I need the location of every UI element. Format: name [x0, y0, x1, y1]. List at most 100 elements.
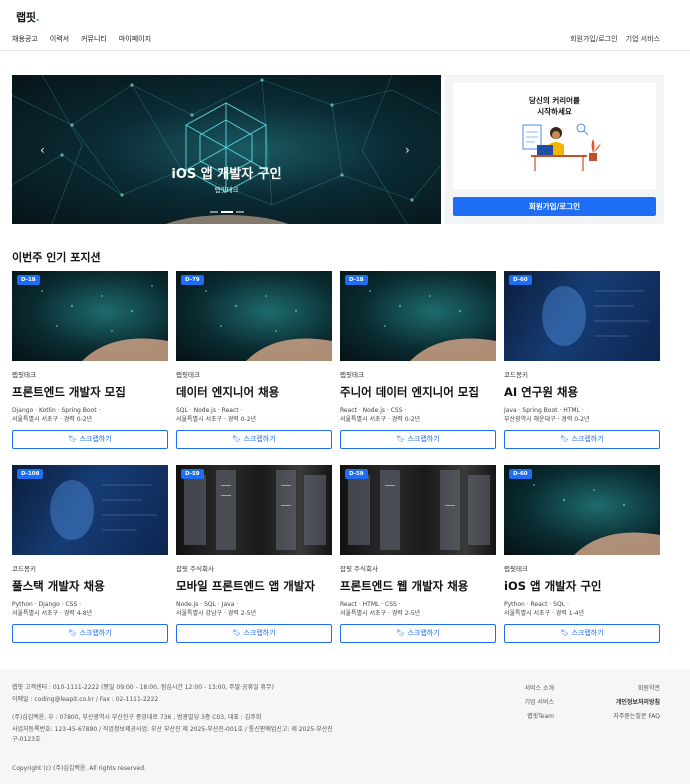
job-card[interactable]: D-18 랩핏테크 프론트엔드 개발자 모집 Django · Kotlin ·…	[12, 271, 168, 449]
career-illustration	[522, 123, 601, 171]
company-name: 랩핏테크	[504, 565, 528, 573]
company-name: 코드몽키	[504, 371, 528, 379]
career-card: 당신의 커리어를 시작하세요	[453, 83, 656, 189]
job-meta: Node.js · SQL · Java · 서울특별시 강남구 · 경력 2-5…	[176, 601, 257, 617]
footer-link[interactable]: 랩핏Team	[524, 710, 554, 724]
company-name: 랩핏테크	[176, 371, 200, 379]
job-thumbnail[interactable]: D-18	[340, 271, 496, 361]
footer-info: 랩핏 고객센터 : 010-1111-2222 (평일 09:00 - 18:0…	[12, 684, 333, 743]
job-thumbnail[interactable]: D-18	[12, 271, 168, 361]
job-meta: Django · Kotlin · Spring Boot · 서울특별시 서초구…	[12, 407, 101, 423]
footer-links-policy: 회원약관 개인정보처리방침 자주묻는질문 FAQ	[613, 682, 660, 724]
hero-banner[interactable]: iOS 앱 개발자 구인 랩핏테크 ‹ ›	[12, 75, 441, 224]
dday-badge: D-60	[509, 275, 532, 285]
signup-login-link[interactable]: 회원가입/로그인	[570, 34, 617, 44]
job-card[interactable]: D-79 랩핏테크 데이터 엔지니어 채용 SQL · Node.js · Re…	[176, 271, 332, 449]
job-title[interactable]: iOS 앱 개발자 구인	[504, 578, 660, 594]
nav-resume[interactable]: 이력서	[50, 34, 69, 44]
footer-link[interactable]: 회원약관	[613, 682, 660, 696]
nav-jobs[interactable]: 채용공고	[12, 34, 38, 44]
header-right: 회원가입/로그인 기업 서비스	[570, 34, 660, 44]
hero-pagination	[210, 211, 244, 213]
hero-title: iOS 앱 개발자 구인	[171, 167, 282, 182]
job-card[interactable]: D-59 잡핏 주식회사 모바일 프론트엔드 앱 개발자 Node.js · S…	[176, 465, 332, 643]
scrap-button[interactable]: 🔖︎ 스크랩하기	[340, 430, 496, 449]
job-thumbnail[interactable]: D-108	[12, 465, 168, 555]
scrap-button[interactable]: 🔖︎ 스크랩하기	[12, 430, 168, 449]
bookmark-icon: 🔖︎	[232, 435, 244, 443]
site-footer: 랩핏 고객센터 : 010-1111-2222 (평일 09:00 - 18:0…	[0, 669, 690, 784]
dday-badge: D-108	[17, 469, 44, 479]
dday-badge: D-18	[345, 275, 368, 285]
job-meta: Python · React · SQL · 서울특별시 서초구 · 경력 1-4…	[504, 601, 585, 617]
bookmark-icon: 🔖︎	[396, 629, 408, 637]
scrap-button[interactable]: 🔖︎ 스크랩하기	[504, 430, 660, 449]
site-header: 랩핏. 채용공고 이력서 커뮤니티 마이페이지 회원가입/로그인 기업 서비스	[0, 0, 690, 51]
footer-links-service: 서비스 소개 기업 서비스 랩핏Team	[524, 682, 554, 724]
copyright: Copyright (c) (주)심김백윤. All rights reserv…	[12, 765, 146, 772]
job-thumbnail[interactable]: D-59	[176, 465, 332, 555]
company-name: 랩핏테크	[12, 371, 36, 379]
bookmark-icon: 🔖︎	[560, 629, 572, 637]
footer-link[interactable]: 기업 서비스	[524, 696, 554, 710]
dday-badge: D-79	[181, 275, 204, 285]
scrap-button[interactable]: 🔖︎ 스크랩하기	[504, 624, 660, 643]
hero-dot[interactable]	[236, 211, 244, 213]
job-card[interactable]: D-18 랩핏테크 주니어 데이터 엔지니어 모집 React · Node.j…	[340, 271, 496, 449]
company-name: 랩핏테크	[340, 371, 364, 379]
job-card[interactable]: D-108 코드몽키 풀스택 개발자 채용 Python · Django · …	[12, 465, 168, 643]
job-card[interactable]: D-60 랩핏테크 iOS 앱 개발자 구인 Python · React · …	[504, 465, 660, 643]
job-thumbnail[interactable]: D-60	[504, 271, 660, 361]
bookmark-icon: 🔖︎	[68, 629, 80, 637]
job-thumbnail[interactable]: D-59	[340, 465, 496, 555]
dday-badge: D-59	[345, 469, 368, 479]
scrap-button[interactable]: 🔖︎ 스크랩하기	[12, 624, 168, 643]
hero-dot-active[interactable]	[221, 211, 233, 213]
career-panel: 당신의 커리어를 시작하세요 회원가입/로그인	[445, 75, 664, 224]
job-title[interactable]: 프론트엔드 개발자 모집	[12, 384, 168, 400]
dday-badge: D-18	[17, 275, 40, 285]
job-title[interactable]: 풀스택 개발자 채용	[12, 578, 168, 594]
business-service-link[interactable]: 기업 서비스	[626, 34, 660, 44]
nav-community[interactable]: 커뮤니티	[81, 34, 107, 44]
footer-link[interactable]: 개인정보처리방침	[613, 696, 660, 710]
job-title[interactable]: 데이터 엔지니어 채용	[176, 384, 332, 400]
job-title[interactable]: 주니어 데이터 엔지니어 모집	[340, 384, 496, 400]
job-title[interactable]: 프론트엔드 웹 개발자 채용	[340, 578, 496, 594]
job-title[interactable]: AI 연구원 채용	[504, 384, 660, 400]
scrap-button[interactable]: 🔖︎ 스크랩하기	[176, 624, 332, 643]
hero-next-arrow-icon[interactable]: ›	[405, 143, 410, 157]
company-name: 잡핏 주식회사	[340, 565, 378, 573]
job-meta: React · HTML · CSS · 서울특별시 서초구 · 경력 2-5년	[340, 601, 421, 617]
logo[interactable]: 랩핏.	[16, 9, 40, 25]
job-title[interactable]: 모바일 프론트엔드 앱 개발자	[176, 578, 332, 594]
bookmark-icon: 🔖︎	[232, 629, 244, 637]
bookmark-icon: 🔖︎	[68, 435, 80, 443]
hero-network-graphic	[12, 75, 441, 224]
section-title: 이번주 인기 포지션	[12, 251, 101, 264]
nav-mypage[interactable]: 마이페이지	[119, 34, 151, 44]
company-name: 잡핏 주식회사	[176, 565, 214, 573]
job-meta: SQL · Node.js · React · 서울특별시 서초구 · 경력 0-…	[176, 407, 257, 423]
bookmark-icon: 🔖︎	[560, 435, 572, 443]
scrap-button[interactable]: 🔖︎ 스크랩하기	[176, 430, 332, 449]
job-meta: Python · Django · CSS · 서울특별시 서초구 · 경력 4-…	[12, 601, 93, 617]
job-card[interactable]: D-60 코드몽키 AI 연구원 채용 Java · Spring Boot ·…	[504, 271, 660, 449]
job-thumbnail[interactable]: D-79	[176, 271, 332, 361]
hero-prev-arrow-icon[interactable]: ‹	[40, 143, 45, 157]
footer-link[interactable]: 서비스 소개	[524, 682, 554, 696]
hero-company: 랩핏테크	[214, 186, 239, 194]
main-nav: 채용공고 이력서 커뮤니티 마이페이지	[12, 34, 151, 44]
dday-badge: D-59	[181, 469, 204, 479]
job-meta: React · Node.js · CSS · 서울특별시 서초구 · 경력 0-…	[340, 407, 421, 423]
job-card[interactable]: D-59 잡핏 주식회사 프론트엔드 웹 개발자 채용 React · HTML…	[340, 465, 496, 643]
signup-login-button[interactable]: 회원가입/로그인	[453, 197, 656, 216]
job-meta: Java · Spring Boot · HTML · 부산광역시 해운대구 · …	[504, 407, 590, 423]
bookmark-icon: 🔖︎	[396, 435, 408, 443]
hero-dot[interactable]	[210, 211, 218, 213]
job-thumbnail[interactable]: D-60	[504, 465, 660, 555]
scrap-button[interactable]: 🔖︎ 스크랩하기	[340, 624, 496, 643]
dday-badge: D-60	[509, 469, 532, 479]
company-name: 코드몽키	[12, 565, 36, 573]
footer-link[interactable]: 자주묻는질문 FAQ	[613, 710, 660, 724]
